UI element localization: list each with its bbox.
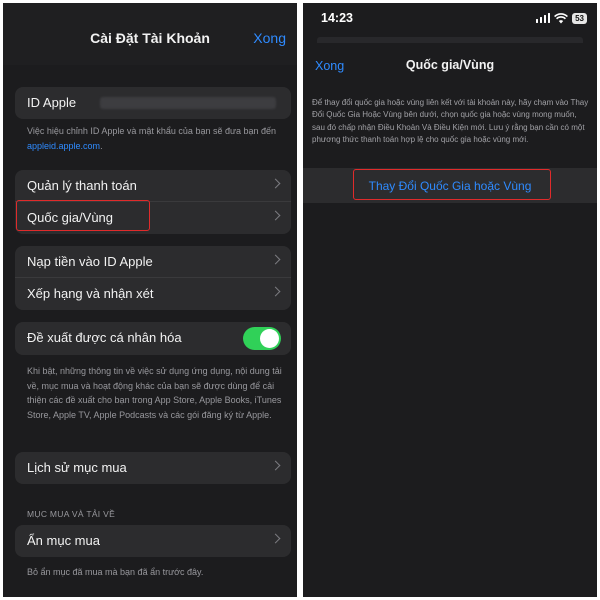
page-title: Quốc gia/Vùng xyxy=(405,58,495,72)
section-header: MỤC MUA VÀ TẢI VỀ xyxy=(27,509,116,519)
toggle-knob xyxy=(260,329,279,348)
change-country-highlight xyxy=(353,169,551,200)
personalized-label: Đề xuất được cá nhân hóa xyxy=(27,330,182,345)
purchase-history-label: Lịch sử mục mua xyxy=(27,460,127,475)
hide-purchases-note: Bỏ ẩn mục đã mua mà bạn đã ẩn trước đây. xyxy=(27,567,204,577)
funds-group: Nạp tiền vào ID Apple Xếp hạng và nhận x… xyxy=(15,246,291,310)
description: Để thay đổi quốc gia hoặc vùng liên kết … xyxy=(312,98,589,144)
appleid-link[interactable]: appleid.apple.com xyxy=(27,141,100,151)
status-time: 14:23 xyxy=(321,11,353,25)
status-icons: 53 xyxy=(535,11,587,25)
hide-purchases-label: Ẩn mục mua xyxy=(27,533,100,548)
chevron-right-icon xyxy=(270,460,281,471)
account-settings-screen: Cài Đặt Tài Khoản Xong ID Apple Việc hiệ… xyxy=(3,3,297,597)
wifi-icon xyxy=(554,12,569,23)
apple-id-label: ID Apple xyxy=(27,95,77,110)
add-funds-label: Nạp tiền vào ID Apple xyxy=(27,254,153,269)
apple-id-note-text: Việc hiệu chỉnh ID Apple và mật khẩu của… xyxy=(27,126,277,136)
ratings-reviews-row[interactable]: Xếp hạng và nhận xét xyxy=(15,278,291,310)
country-region-highlight xyxy=(16,200,150,231)
country-region-screen: 14:23 53 Xong Quốc gia/Vùng Để thay đổi … xyxy=(303,3,597,597)
chevron-right-icon xyxy=(270,286,281,297)
personalized-row: Đề xuất được cá nhân hóa xyxy=(15,322,291,355)
ratings-reviews-label: Xếp hạng và nhận xét xyxy=(27,286,154,301)
apple-id-row[interactable]: ID Apple xyxy=(15,87,291,119)
chevron-right-icon xyxy=(270,210,281,221)
personalized-group: Đề xuất được cá nhân hóa xyxy=(15,322,291,355)
chevron-right-icon xyxy=(270,254,281,265)
cellular-signal-icon xyxy=(535,13,551,23)
purchase-history-group: Lịch sử mục mua xyxy=(15,452,291,484)
manage-payments-row[interactable]: Quản lý thanh toán xyxy=(15,170,291,202)
hide-purchases-row[interactable]: Ẩn mục mua xyxy=(15,525,291,557)
done-button[interactable]: Xong xyxy=(253,30,286,46)
purchase-history-row[interactable]: Lịch sử mục mua xyxy=(15,452,291,484)
add-funds-row[interactable]: Nạp tiền vào ID Apple xyxy=(15,246,291,278)
nav-bar: Cài Đặt Tài Khoản Xong xyxy=(3,3,297,65)
apple-id-group: ID Apple xyxy=(15,87,291,119)
apple-id-value-redacted xyxy=(100,97,276,109)
battery-icon: 53 xyxy=(572,12,587,24)
country-region-sheet: Xong Quốc gia/Vùng Để thay đổi quốc gia … xyxy=(303,43,597,597)
apple-id-note: Việc hiệu chỉnh ID Apple và mật khẩu của… xyxy=(27,124,285,153)
hide-purchases-group: Ẩn mục mua xyxy=(15,525,291,557)
chevron-right-icon xyxy=(270,178,281,189)
manage-payments-label: Quản lý thanh toán xyxy=(27,178,137,193)
chevron-right-icon xyxy=(270,533,281,544)
apple-id-note-end: . xyxy=(100,140,103,151)
personalized-note: Khi bật, những thông tin về việc sử dụng… xyxy=(27,366,282,420)
sheet-body xyxy=(303,203,597,597)
personalized-toggle[interactable] xyxy=(243,327,281,350)
